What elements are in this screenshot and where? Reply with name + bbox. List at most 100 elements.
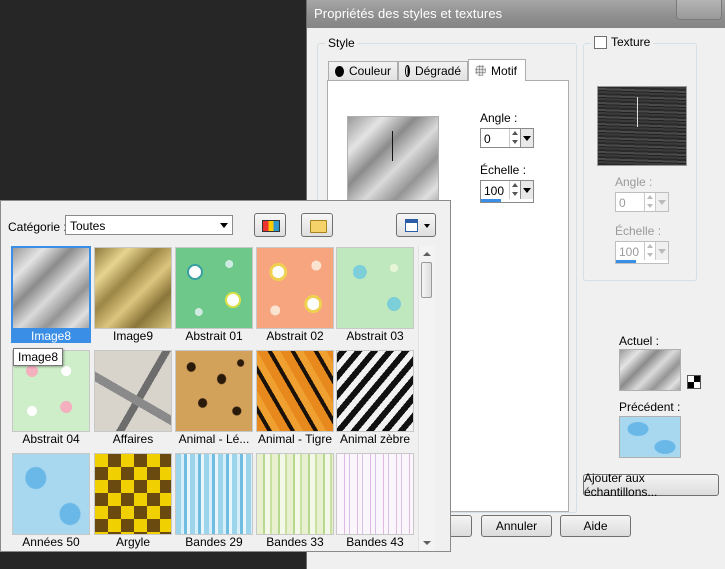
texture-angle-value: 0 xyxy=(619,196,626,210)
category-select[interactable]: Toutes xyxy=(65,215,233,235)
pattern-name: Argyle xyxy=(115,535,150,549)
category-value: Toutes xyxy=(70,219,106,233)
pattern-item-abstrait-01[interactable]: Abstrait 01 xyxy=(174,246,254,343)
pattern-swatch xyxy=(256,350,334,432)
help-button[interactable]: Aide xyxy=(560,515,631,537)
pattern-name: Bandes 33 xyxy=(266,535,324,549)
pattern-name: Animal zèbre xyxy=(339,432,411,446)
pattern-item-animal-zebre[interactable]: Animal zèbre xyxy=(335,349,415,446)
pattern-item-image9[interactable]: Image9 xyxy=(93,246,173,343)
pattern-item-image8[interactable]: Image8 xyxy=(11,246,91,343)
texture-scale-spinbox[interactable]: 100 xyxy=(615,241,669,264)
current-label: Actuel : xyxy=(619,334,660,348)
angle-spinbox[interactable]: 0 xyxy=(480,128,534,148)
previous-swatch[interactable] xyxy=(619,416,681,458)
texture-scale-value: 100 xyxy=(619,245,640,259)
dialog-titlebar[interactable]: Propriétés des styles et textures xyxy=(307,0,725,28)
pattern-scrollbar[interactable] xyxy=(418,246,435,551)
category-label: Catégorie : xyxy=(8,220,67,234)
scroll-up-icon[interactable] xyxy=(423,252,431,256)
scale-spinbox[interactable]: 100 xyxy=(480,180,534,203)
pattern-item-argyle[interactable]: Argyle xyxy=(93,452,173,549)
gradient-circle-icon xyxy=(405,65,410,77)
pattern-swatch xyxy=(175,350,253,432)
pattern-swatch xyxy=(11,246,91,330)
dialog-title: Propriétés des styles et textures xyxy=(314,6,503,21)
pattern-name: Image8 xyxy=(11,329,91,343)
pattern-swatch xyxy=(94,247,172,329)
pattern-name: Animal - Tigre xyxy=(257,432,333,446)
pattern-swatch xyxy=(175,247,253,329)
cancel-button[interactable]: Annuler xyxy=(481,515,552,537)
previous-label: Précédent : xyxy=(619,400,681,414)
scrollbar-thumb[interactable] xyxy=(421,262,432,298)
current-swatch[interactable] xyxy=(619,349,681,391)
grid-view-icon xyxy=(405,219,418,232)
scale-value: 100 xyxy=(484,184,505,198)
pattern-swatch xyxy=(336,247,414,329)
chevron-down-icon xyxy=(424,224,430,228)
tab-couleur[interactable]: Couleur xyxy=(328,61,398,80)
texture-checkbox[interactable] xyxy=(594,35,607,49)
pattern-name: Bandes 29 xyxy=(185,535,243,549)
pattern-swatch xyxy=(94,453,172,535)
pattern-name: Bandes 43 xyxy=(346,535,404,549)
tooltip: Image8 xyxy=(13,348,64,366)
pattern-palette: Catégorie : Toutes Image8 Image9 Abstrai… xyxy=(0,200,451,552)
filled-circle-icon xyxy=(335,65,344,77)
scroll-down-icon[interactable] xyxy=(423,541,431,545)
pattern-preview[interactable] xyxy=(347,116,439,208)
style-group-label: Style xyxy=(325,36,358,50)
view-options-button[interactable] xyxy=(396,213,436,237)
angle-dropdown-button[interactable] xyxy=(520,129,533,147)
tab-degrade[interactable]: Dégradé xyxy=(398,61,468,80)
swatch-library-button[interactable] xyxy=(254,213,286,237)
pattern-swatch xyxy=(94,350,172,432)
pattern-name: Abstrait 02 xyxy=(266,329,324,343)
pattern-swatch xyxy=(256,453,334,535)
add-to-swatches-button[interactable]: Ajouter aux échantillons... xyxy=(583,471,719,499)
transparency-toggle-icon[interactable] xyxy=(687,375,701,389)
texture-checkbox-label: Texture xyxy=(611,35,651,49)
scale-dropdown-button[interactable] xyxy=(520,181,533,199)
pattern-name: Animal - Lé... xyxy=(178,432,250,446)
texture-angle-dropdown-button[interactable] xyxy=(655,193,668,211)
texture-preview[interactable] xyxy=(597,86,687,166)
pattern-name: Image9 xyxy=(112,329,154,343)
pattern-dots-icon xyxy=(475,65,486,76)
pattern-item-bandes-29[interactable]: Bandes 29 xyxy=(174,452,254,549)
tab-degrade-label: Dégradé xyxy=(414,64,461,78)
scale-label: Échelle : xyxy=(480,163,527,177)
pattern-item-annees-50[interactable]: Années 50 xyxy=(11,452,91,549)
pattern-item-animal-tigre[interactable]: Animal - Tigre xyxy=(255,349,335,446)
chevron-down-icon xyxy=(220,223,228,228)
pattern-item-affaires[interactable]: Affaires xyxy=(93,349,173,446)
pattern-name: Abstrait 04 xyxy=(22,432,80,446)
pattern-name: Affaires xyxy=(112,432,154,446)
pattern-item-animal-leopard[interactable]: Animal - Lé... xyxy=(174,349,254,446)
angle-needle-icon xyxy=(637,97,638,127)
texture-angle-label: Angle : xyxy=(615,175,653,189)
close-button[interactable] xyxy=(676,0,722,20)
folder-icon xyxy=(310,220,327,233)
texture-angle-spinbox[interactable]: 0 xyxy=(615,192,669,212)
pattern-item-abstrait-03[interactable]: Abstrait 03 xyxy=(335,246,415,343)
pattern-name: Années 50 xyxy=(22,535,80,549)
texture-scale-dropdown-button[interactable] xyxy=(655,242,668,260)
tab-couleur-label: Couleur xyxy=(348,64,391,78)
pattern-item-bandes-43[interactable]: Bandes 43 xyxy=(335,452,415,549)
texture-checkbox-row[interactable]: Texture xyxy=(591,35,654,49)
pattern-swatch xyxy=(175,453,253,535)
pattern-item-bandes-33[interactable]: Bandes 33 xyxy=(255,452,335,549)
scale-level-bar xyxy=(481,199,501,202)
angle-value: 0 xyxy=(484,132,491,146)
pattern-swatch xyxy=(256,247,334,329)
texture-scale-label: Échelle : xyxy=(615,224,662,238)
tab-motif-label: Motif xyxy=(491,63,518,78)
tab-motif[interactable]: Motif xyxy=(468,59,526,81)
open-folder-button[interactable] xyxy=(301,213,333,237)
pattern-swatch xyxy=(336,350,414,432)
pattern-item-abstrait-02[interactable]: Abstrait 02 xyxy=(255,246,335,343)
pattern-swatch xyxy=(12,453,90,535)
angle-needle-icon xyxy=(392,131,393,161)
